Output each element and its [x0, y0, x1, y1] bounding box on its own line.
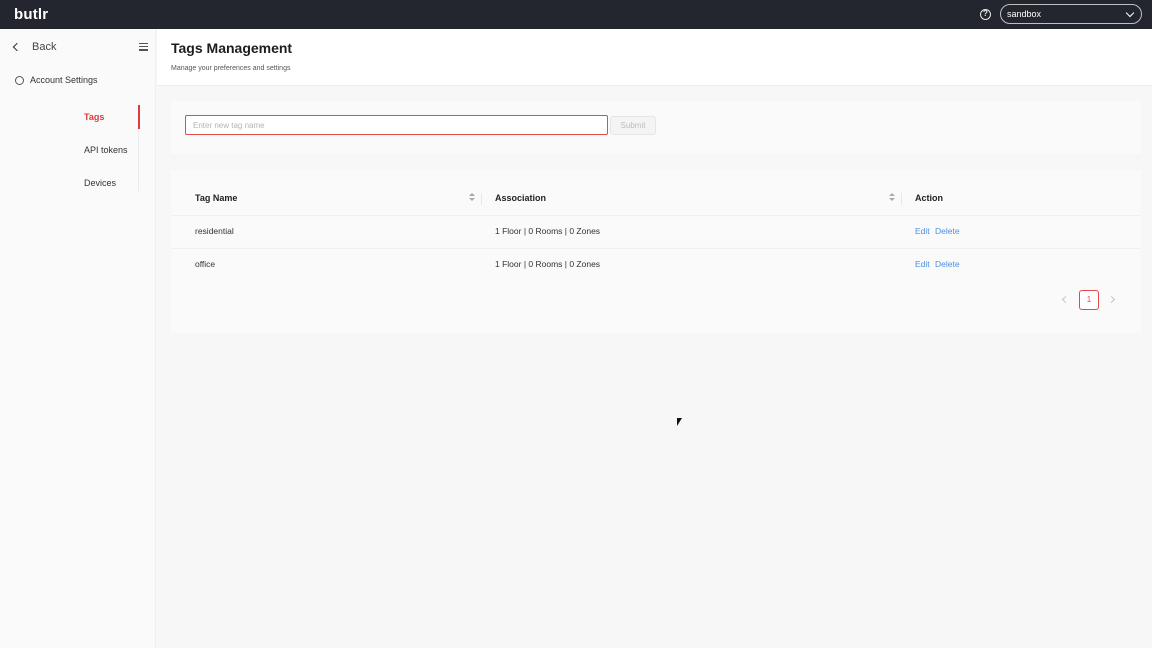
association-cell: 1 Floor | 0 Rooms | 0 Zones — [495, 259, 601, 269]
new-tag-form: Submit — [171, 101, 1141, 154]
chevron-left-icon[interactable] — [1061, 295, 1070, 304]
account-settings-label: Account Settings — [30, 75, 98, 85]
edit-link[interactable]: Edit — [915, 226, 930, 236]
tags-table: Tag Name Association Action residential … — [171, 170, 1141, 333]
chevron-right-icon[interactable] — [1107, 295, 1116, 304]
submenu-divider — [138, 129, 139, 191]
sort-icon[interactable] — [889, 193, 895, 203]
association-cell: 1 Floor | 0 Rooms | 0 Zones — [495, 226, 601, 236]
delete-link[interactable]: Delete — [935, 226, 960, 236]
delete-link[interactable]: Delete — [935, 259, 960, 269]
edit-link[interactable]: Edit — [915, 259, 930, 269]
page-subtitle: Manage your preferences and settings — [171, 65, 291, 72]
chevron-left-icon — [12, 42, 22, 52]
collapse-menu-icon[interactable] — [139, 43, 148, 51]
mouse-cursor-icon — [677, 418, 682, 426]
top-bar: butlr ? sandbox — [0, 0, 1152, 29]
sidebar: Back Account Settings Tags API tokens De… — [0, 29, 156, 648]
column-header-tag-name[interactable]: Tag Name — [195, 193, 237, 203]
submit-button[interactable]: Submit — [610, 116, 656, 135]
chevron-down-icon — [1125, 8, 1135, 18]
account-settings-menu[interactable]: Account Settings — [15, 75, 98, 85]
settings-submenu: Tags API tokens Devices — [0, 105, 140, 204]
new-tag-input[interactable] — [185, 115, 608, 135]
help-icon[interactable]: ? — [980, 9, 991, 20]
column-header-association[interactable]: Association — [495, 193, 546, 203]
back-button[interactable]: Back — [12, 40, 56, 54]
butlr-logo[interactable]: butlr — [14, 6, 48, 23]
column-header-action: Action — [915, 193, 943, 203]
gear-icon — [15, 75, 24, 85]
page-number-button[interactable]: 1 — [1079, 290, 1099, 310]
sort-icon[interactable] — [469, 193, 475, 203]
column-divider — [901, 193, 902, 205]
sidebar-item-devices[interactable]: Devices — [0, 171, 140, 204]
back-label: Back — [32, 41, 57, 53]
sidebar-item-api-tokens[interactable]: API tokens — [0, 138, 140, 171]
environment-select[interactable]: sandbox — [1000, 4, 1142, 24]
column-divider — [481, 193, 482, 205]
sidebar-item-tags[interactable]: Tags — [0, 105, 140, 138]
table-row: residential 1 Floor | 0 Rooms | 0 Zones … — [171, 215, 1141, 248]
table-row: office 1 Floor | 0 Rooms | 0 Zones Edit … — [171, 248, 1141, 281]
tag-name-cell: office — [195, 259, 216, 269]
page-header: Tags Management Manage your preferences … — [157, 29, 1152, 86]
page-title: Tags Management — [171, 40, 293, 56]
table-header: Tag Name Association Action — [171, 187, 1141, 211]
environment-select-value: sandbox — [1007, 9, 1042, 19]
tag-name-cell: residential — [195, 226, 234, 236]
